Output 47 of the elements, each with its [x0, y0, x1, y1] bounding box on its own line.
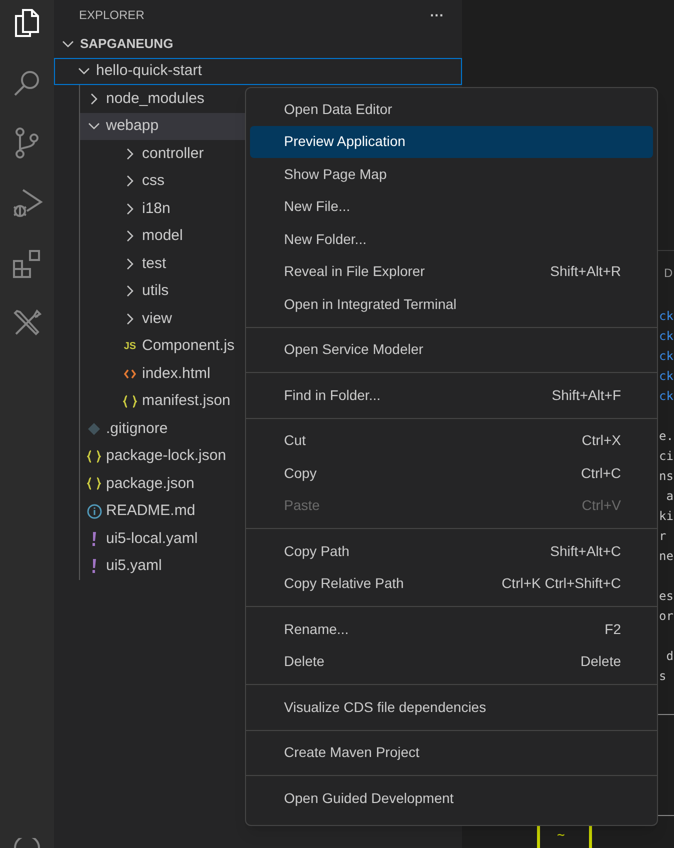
terminal-line: ck	[659, 328, 674, 345]
menu-item-label: Visualize CDS file dependencies	[284, 698, 486, 717]
menu-item-label: Show Page Map	[284, 164, 387, 184]
shortcut-text: Shift+Alt+C	[550, 542, 621, 561]
terminal-line: ci	[659, 448, 674, 465]
terminal-line: s	[659, 668, 668, 685]
terminal-line: ck	[659, 368, 674, 385]
shortcut-text: Shift+Alt+R	[550, 262, 621, 282]
shortcut-text: Shift+Alt+F	[552, 386, 621, 405]
menu-item-label: Open Data Editor	[284, 100, 392, 119]
menu-item-label: Open in Integrated Terminal	[284, 294, 457, 314]
terminal-line: r	[659, 528, 668, 545]
terminal-line: d	[665, 648, 674, 665]
shortcut-text: Ctrl+K Ctrl+Shift+C	[502, 574, 621, 594]
terminal-line: e.	[659, 428, 674, 445]
menu-item-label: Open Service Modeler	[284, 340, 424, 360]
menu-item-label: Reveal in File Explorer	[284, 262, 425, 282]
menu-item-label: Rename...	[284, 620, 349, 639]
terminal-line: or	[659, 608, 674, 625]
menu-item-label: Preview Application	[284, 132, 406, 152]
terminal-line: ck	[659, 348, 674, 365]
menu-item-label: Copy Relative Path	[284, 574, 404, 594]
shortcut-text: F2	[604, 620, 621, 639]
menu-item-label: Find in Folder...	[284, 386, 380, 405]
menu-item-label: Copy	[284, 464, 317, 483]
terminal-line: ne	[659, 548, 674, 565]
shortcut-text: Ctrl+V	[582, 496, 621, 516]
menu-item-label: Copy Path	[284, 542, 350, 561]
terminal-line: ki	[659, 508, 674, 525]
menu-item-label: Paste	[284, 496, 320, 516]
shortcut-text: Delete	[580, 652, 621, 672]
terminal-line: ck	[659, 388, 674, 405]
terminal-line: a	[665, 488, 674, 505]
shortcut-text: Ctrl+C	[580, 464, 621, 483]
terminal-line: ck	[659, 308, 674, 325]
menu-item-label: Delete	[284, 652, 324, 672]
panel-title: EXPLORER	[79, 7, 144, 24]
menu-item-label: Cut	[284, 431, 306, 450]
shortcut-text: Ctrl+X	[582, 431, 621, 450]
menu-item-label: New Folder...	[284, 230, 366, 249]
js-file-icon: JS	[124, 338, 136, 354]
menu-item-label: Open Guided Development	[284, 788, 454, 808]
prompt-text: ~	[557, 827, 565, 845]
menu-item-label: New File...	[284, 197, 350, 216]
terminal-line: es	[659, 588, 674, 605]
terminal-line: ns	[659, 468, 674, 485]
menu-item-label: Create Maven Project	[284, 743, 420, 762]
